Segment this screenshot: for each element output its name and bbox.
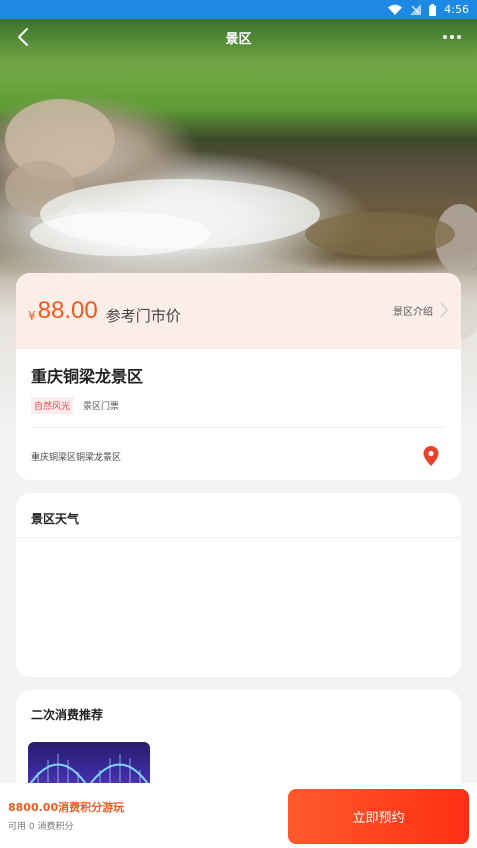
scenic-intro-label: 景区介绍 — [393, 306, 433, 318]
page-title: 景区 — [225, 31, 252, 47]
tag-natural-scenery: 自然风光 — [31, 397, 74, 414]
status-time: 4:56 — [444, 3, 469, 16]
divider — [16, 537, 461, 538]
scenic-info-card: ¥ 88.00 参考门市价 景区介绍 重庆铜梁龙景区 自然风光 景区门票 重庆铜… — [16, 273, 461, 480]
wifi-icon — [388, 4, 403, 15]
back-arrow-icon — [18, 28, 28, 46]
price-label: 参考门市价 — [105, 306, 181, 325]
more-icon — [443, 35, 447, 39]
points-available: 可用 0 消费积分 — [8, 822, 74, 832]
book-now-button[interactable]: 立即预约 — [288, 789, 469, 844]
chevron-right-icon — [440, 302, 448, 318]
tag-ticket-type: 景区门票 — [83, 402, 120, 412]
weather-title: 景区天气 — [31, 512, 80, 526]
points-offer: 8800.00消费积分游玩 — [8, 801, 125, 814]
price-band: ¥ 88.00 参考门市价 景区介绍 — [16, 273, 461, 349]
address-text: 重庆铜梁区铜梁龙景区 — [31, 452, 122, 463]
scenic-spot-name: 重庆铜梁龙景区 — [31, 367, 144, 386]
more-icon-dot — [457, 35, 461, 39]
recommend-title: 二次消费推荐 — [31, 708, 104, 722]
scenic-intro-link[interactable]: 景区介绍 — [393, 301, 449, 319]
bottom-action-bar: 8800.00消费积分游玩 可用 0 消费积分 立即预约 — [0, 783, 477, 848]
card-body: 重庆铜梁龙景区 自然风光 景区门票 重庆铜梁区铜梁龙景区 — [16, 349, 461, 480]
nav-bar: 景区 — [0, 19, 477, 55]
points-info: 8800.00消费积分游玩 可用 0 消费积分 — [8, 799, 124, 832]
signal-icon — [410, 4, 422, 15]
tag-list: 自然风光 景区门票 — [31, 397, 446, 414]
location-pin-icon[interactable] — [422, 445, 440, 467]
status-bar: 4:56 — [0, 0, 477, 19]
weather-card: 景区天气 — [16, 493, 461, 677]
back-button[interactable] — [12, 25, 36, 49]
address-row[interactable]: 重庆铜梁区铜梁龙景区 — [31, 428, 446, 480]
currency-symbol: ¥ — [28, 309, 36, 323]
battery-icon — [429, 3, 437, 16]
ticket-price: 88.00 — [37, 297, 98, 324]
more-icon-dot — [450, 35, 454, 39]
more-button[interactable] — [439, 27, 465, 47]
